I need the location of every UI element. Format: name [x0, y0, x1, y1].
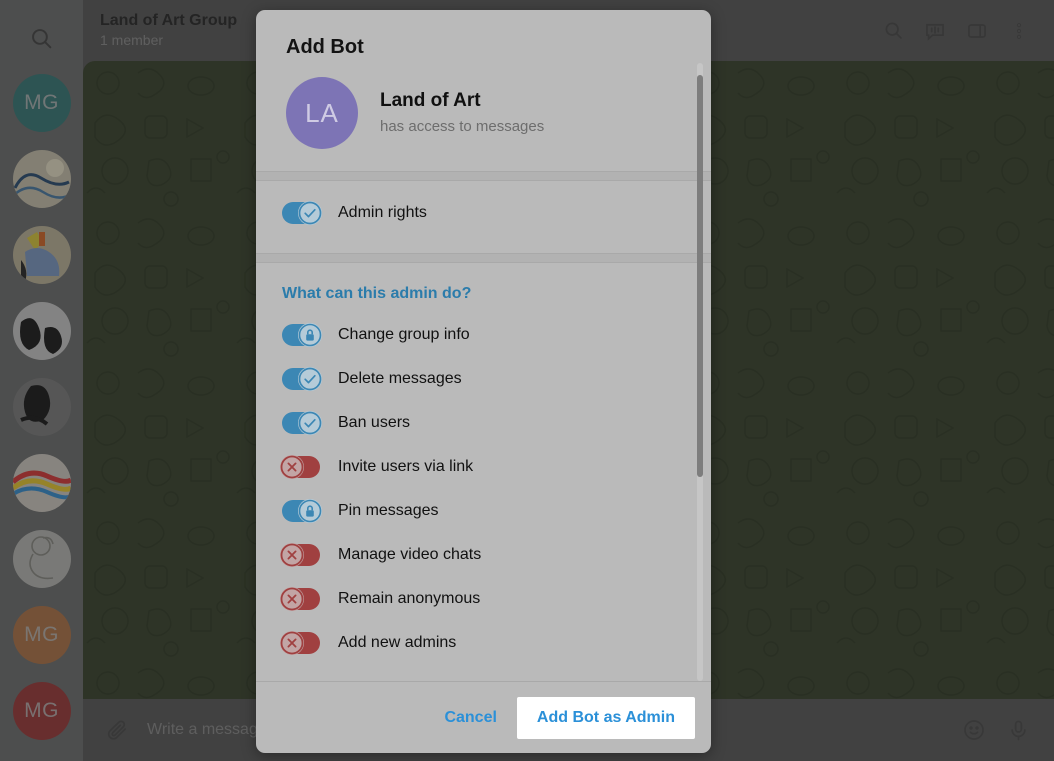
bot-name: Land of Art [380, 88, 544, 114]
cross-icon [280, 587, 304, 611]
bot-access-note: has access to messages [380, 116, 544, 138]
admin-rights-toggle[interactable] [282, 202, 320, 224]
permission-row[interactable]: Remain anonymous [256, 577, 711, 621]
check-icon [298, 367, 322, 391]
permissions-heading: What can this admin do? [256, 263, 711, 313]
permission-row[interactable]: Change group info [256, 313, 711, 357]
cross-icon [280, 543, 304, 567]
bot-meta: Land of Art has access to messages [358, 88, 544, 138]
permission-label: Add new admins [320, 634, 456, 652]
permission-row[interactable]: Add new admins [256, 621, 711, 665]
dialog-title: Add Bot [256, 10, 711, 59]
section-divider [256, 171, 711, 181]
bot-avatar: LA [286, 77, 358, 149]
permission-row[interactable]: Invite users via link [256, 445, 711, 489]
permission-toggle[interactable] [282, 632, 320, 654]
permission-label: Ban users [320, 414, 410, 432]
permission-toggle[interactable] [282, 500, 320, 522]
permission-label: Invite users via link [320, 458, 473, 476]
permission-label: Change group info [320, 326, 470, 344]
permission-toggle[interactable] [282, 412, 320, 434]
dialog-scrollbar-thumb[interactable] [697, 75, 703, 477]
cross-icon [280, 631, 304, 655]
permission-toggle[interactable] [282, 588, 320, 610]
permission-label: Remain anonymous [320, 590, 480, 608]
permission-row[interactable]: Delete messages [256, 357, 711, 401]
admin-rights-section: Admin rights [256, 181, 711, 253]
bot-info-row: LA Land of Art has access to messages [256, 63, 711, 171]
permission-toggle[interactable] [282, 324, 320, 346]
permission-label: Manage video chats [320, 546, 481, 564]
permission-toggle[interactable] [282, 544, 320, 566]
lock-icon [298, 323, 322, 347]
permission-label: Pin messages [320, 502, 439, 520]
add-bot-as-admin-button[interactable]: Add Bot as Admin [517, 697, 695, 739]
permission-row[interactable]: Manage video chats [256, 533, 711, 577]
admin-rights-label: Admin rights [320, 204, 427, 222]
telegram-window: MGMGMG Land of Art Group 1 member [0, 0, 1054, 761]
permission-row[interactable]: Pin messages [256, 489, 711, 533]
permission-row[interactable]: Ban users [256, 401, 711, 445]
dialog-scroll-area: LA Land of Art has access to messages [256, 63, 711, 681]
lock-icon [298, 499, 322, 523]
admin-rights-row[interactable]: Admin rights [256, 191, 711, 235]
add-bot-dialog: Add Bot LA Land of Art has access to mes… [256, 10, 711, 753]
check-icon [298, 411, 322, 435]
cancel-button[interactable]: Cancel [426, 697, 514, 739]
cross-icon [280, 455, 304, 479]
permission-toggle[interactable] [282, 368, 320, 390]
permission-label: Delete messages [320, 370, 462, 388]
permission-toggle[interactable] [282, 456, 320, 478]
section-divider-2 [256, 253, 711, 263]
permissions-list: Change group info Delete messages Ban user… [256, 313, 711, 665]
dialog-footer: Cancel Add Bot as Admin [256, 681, 711, 753]
check-icon [298, 201, 322, 225]
